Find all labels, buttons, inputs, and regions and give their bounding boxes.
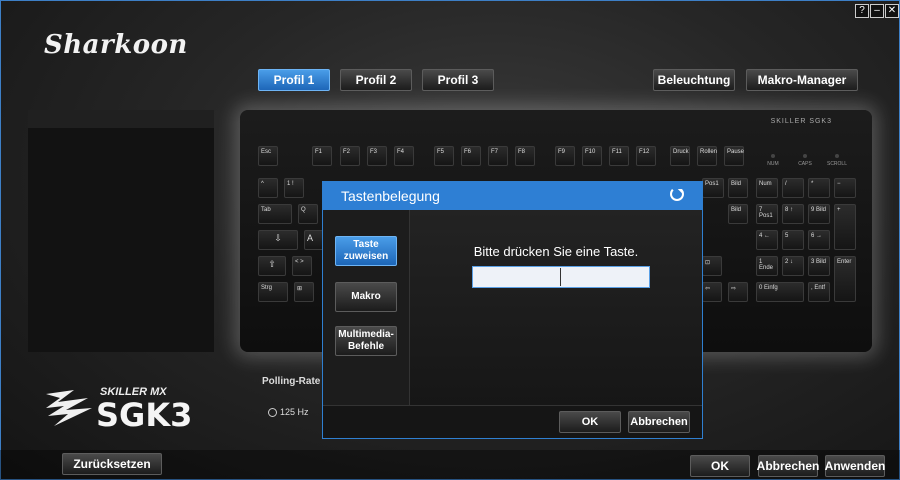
key-num-5[interactable]: 5 — [782, 230, 804, 250]
led-num: NUM — [758, 154, 788, 167]
sgk3-logo: SKILLER MX SGK3 — [44, 386, 192, 435]
press-key-prompt: Bitte drücken Sie eine Taste. — [473, 244, 639, 259]
key-pagedown[interactable]: Bild — [728, 204, 748, 224]
key-1[interactable]: 1 ! — [284, 178, 304, 198]
key-f9[interactable]: F9 — [555, 146, 575, 166]
reset-button[interactable]: Zurücksetzen — [62, 453, 162, 475]
help-icon[interactable]: ? — [855, 4, 869, 18]
key-win[interactable]: ⊞ — [294, 282, 314, 302]
key-q[interactable]: Q — [298, 204, 318, 224]
key-esc[interactable]: Esc — [258, 146, 278, 166]
key-numlock[interactable]: Num — [756, 178, 778, 198]
tab-profile-3[interactable]: Profil 3 — [422, 69, 494, 91]
dialog-title: Tastenbelegung — [341, 188, 440, 204]
key-angle[interactable]: < > — [292, 256, 312, 276]
key-num-plus[interactable]: + — [834, 204, 856, 250]
key-tab[interactable]: Tab — [258, 204, 292, 224]
tab-assign-key[interactable]: Taste zuweisen — [335, 236, 397, 266]
key-num-7[interactable]: 7 Pos1 — [756, 204, 778, 224]
radio-icon[interactable] — [268, 407, 277, 417]
key-f8[interactable]: F8 — [515, 146, 535, 166]
text-caret — [560, 268, 561, 286]
key-assignment-dialog: Tastenbelegung Taste zuweisen Makro Mult… — [322, 181, 703, 439]
key-num-2[interactable]: 2 ↓ — [782, 256, 804, 276]
key-num-minus[interactable]: − — [834, 178, 856, 198]
key-capture-input[interactable] — [472, 266, 650, 288]
key-pageup[interactable]: Bild — [728, 178, 748, 198]
dialog-sidebar: Taste zuweisen Makro Multimedia-Befehle — [323, 210, 410, 408]
key-pos1[interactable]: Pos1 — [702, 178, 724, 198]
key-f1[interactable]: F1 — [312, 146, 332, 166]
cancel-button[interactable]: Abbrechen — [757, 455, 819, 477]
key-capslock[interactable]: ⇩ — [258, 230, 298, 250]
sharkoon-logo: Sharkoon — [44, 30, 188, 60]
tab-profile-2[interactable]: Profil 2 — [340, 69, 412, 91]
dialog-cancel-button[interactable]: Abbrechen — [628, 411, 690, 433]
key-num-enter[interactable]: Enter — [834, 256, 856, 302]
key-num-8[interactable]: 8 ↑ — [782, 204, 804, 224]
polling-radio-125hz[interactable]: 125 Hz — [268, 407, 309, 417]
macro-manager-button[interactable]: Makro-Manager — [746, 69, 858, 91]
refresh-icon[interactable] — [670, 187, 684, 201]
shark-emblem-icon — [46, 390, 92, 426]
key-f12[interactable]: F12 — [636, 146, 656, 166]
profile-preview-panel — [28, 110, 214, 352]
key-num-decimal[interactable]: , Entf — [808, 282, 830, 302]
key-num-3[interactable]: 3 Bild — [808, 256, 830, 276]
led-caps: CAPS — [790, 154, 820, 167]
key-a[interactable]: A — [304, 230, 324, 250]
tab-multimedia[interactable]: Multimedia-Befehle — [335, 326, 397, 356]
key-num-divide[interactable]: / — [782, 178, 804, 198]
key-num-6[interactable]: 6 → — [808, 230, 830, 250]
key-f7[interactable]: F7 — [488, 146, 508, 166]
key-print[interactable]: Druck — [670, 146, 690, 166]
dialog-footer: OK Abbrechen — [323, 405, 702, 438]
key-f3[interactable]: F3 — [367, 146, 387, 166]
key-num-0[interactable]: 0 Einfg — [756, 282, 804, 302]
apply-button[interactable]: Anwenden — [825, 455, 885, 477]
close-icon[interactable]: ✕ — [885, 4, 899, 18]
tab-macro[interactable]: Makro — [335, 282, 397, 312]
minimize-icon[interactable]: – — [870, 4, 884, 18]
dialog-ok-button[interactable]: OK — [559, 411, 621, 433]
key-caret[interactable]: ^ — [258, 178, 278, 198]
dialog-main: Bitte drücken Sie eine Taste. — [410, 210, 702, 408]
key-ctrl-left[interactable]: Strg — [258, 282, 288, 302]
key-f10[interactable]: F10 — [582, 146, 602, 166]
key-scroll[interactable]: Rollen — [697, 146, 717, 166]
key-f11[interactable]: F11 — [609, 146, 629, 166]
key-num-4[interactable]: 4 ← — [756, 230, 778, 250]
key-up[interactable]: ⊡ — [702, 256, 722, 276]
key-pause[interactable]: Pause — [724, 146, 744, 166]
key-num-1[interactable]: 1 Ende — [756, 256, 778, 276]
key-shift-left[interactable]: ⇧ — [258, 256, 286, 276]
key-f2[interactable]: F2 — [340, 146, 360, 166]
lighting-button[interactable]: Beleuchtung — [653, 69, 735, 91]
key-f5[interactable]: F5 — [434, 146, 454, 166]
ok-button[interactable]: OK — [690, 455, 750, 477]
key-f4[interactable]: F4 — [394, 146, 414, 166]
key-num-multiply[interactable]: * — [808, 178, 830, 198]
led-scroll: SCROLL — [822, 154, 852, 167]
dialog-title-bar: Tastenbelegung — [323, 182, 702, 210]
key-right[interactable]: ⇨ — [728, 282, 748, 302]
keyboard-brand-label: SKILLER SGK3 — [770, 118, 832, 125]
key-left[interactable]: ⇦ — [702, 282, 722, 302]
key-f6[interactable]: F6 — [461, 146, 481, 166]
polling-rate-label: Polling-Rate — [262, 376, 321, 387]
key-num-9[interactable]: 9 Bild — [808, 204, 830, 224]
tab-profile-1[interactable]: Profil 1 — [258, 69, 330, 91]
